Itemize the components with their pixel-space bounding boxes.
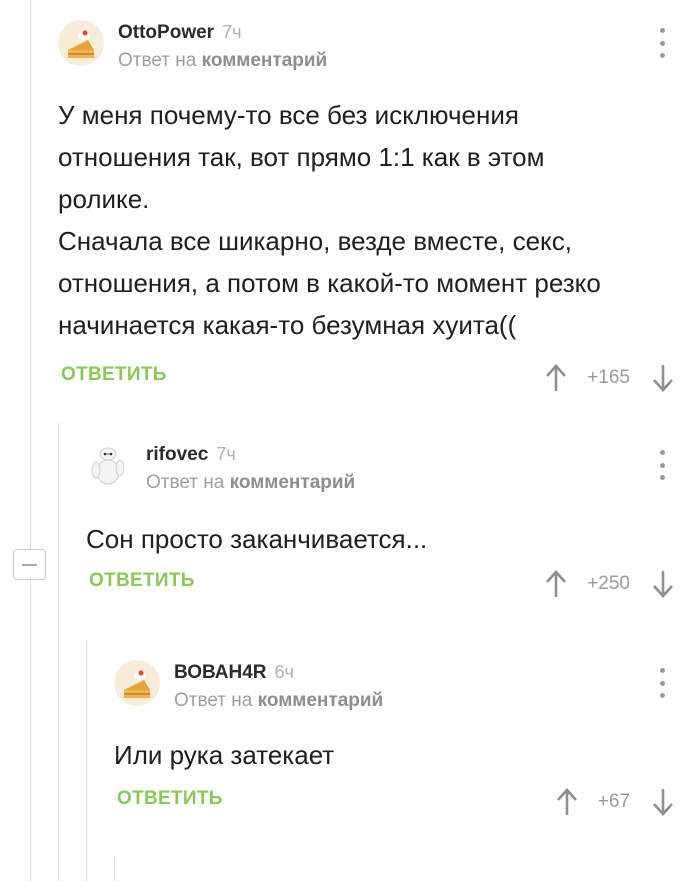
upvote-arrow-icon[interactable] <box>554 787 580 817</box>
comment-text-line: начинается какая-то безумная хуита(( <box>58 310 517 340</box>
reply-button[interactable]: ОТВЕТИТЬ <box>117 788 223 810</box>
comment-time: 6ч <box>274 662 294 682</box>
reply-to-line: Ответ на комментарий <box>174 690 383 712</box>
comment-text-line: отношения, а потом в какой-то момент рез… <box>58 268 601 298</box>
comment-text: Или рука затекает <box>114 734 700 776</box>
comment-time: 7ч <box>216 444 236 464</box>
username[interactable]: OttoPower <box>118 22 214 43</box>
comment-header: OttoPower 7ч Ответ на комментарий <box>58 18 700 80</box>
vote-controls: +67 <box>554 784 676 820</box>
comment-text-line: ролике. <box>58 184 150 214</box>
comment-rating: +250 <box>587 573 630 594</box>
comment-rating: +67 <box>597 791 630 812</box>
more-options-icon[interactable] <box>650 450 674 480</box>
reply-to-prefix: Ответ на <box>118 50 197 71</box>
comment: rifovec 7ч Ответ на комментарий Сон прост… <box>86 440 700 606</box>
reply-to-link[interactable]: комментарий <box>230 472 356 493</box>
comment-text-line: отношения так, вот прямо 1:1 как в этом <box>58 142 545 172</box>
comment-author[interactable]: rifovec 7ч <box>146 444 236 466</box>
reply-button[interactable]: ОТВЕТИТЬ <box>89 570 195 592</box>
reply-to-prefix: Ответ на <box>174 690 253 711</box>
downvote-arrow-icon[interactable] <box>650 569 676 599</box>
comment-actions: ОТВЕТИТЬ +67 <box>114 784 700 824</box>
reply-to-link[interactable]: комментарий <box>258 690 384 711</box>
reply-to-prefix: Ответ на <box>146 472 225 493</box>
comment: ВОВАН4R 6ч Ответ на комментарий Или рука … <box>114 658 700 824</box>
downvote-arrow-icon[interactable] <box>650 787 676 817</box>
username[interactable]: ВОВАН4R <box>174 662 267 683</box>
upvote-arrow-icon[interactable] <box>543 363 569 393</box>
cake-slice-icon[interactable] <box>114 660 160 706</box>
thread-line <box>114 857 115 881</box>
comment-author[interactable]: ВОВАН4R 6ч <box>174 662 294 684</box>
comment-header: rifovec 7ч Ответ на комментарий <box>86 440 700 502</box>
comment-rating: +165 <box>587 367 630 388</box>
more-options-icon[interactable] <box>650 28 674 58</box>
comment-actions: ОТВЕТИТЬ +165 <box>58 360 700 400</box>
baymax-robot-icon[interactable] <box>86 442 132 488</box>
comment-header: ВОВАН4R 6ч Ответ на комментарий <box>114 658 700 720</box>
downvote-arrow-icon[interactable] <box>650 363 676 393</box>
thread-line <box>30 0 31 881</box>
comment-text-line: Или рука затекает <box>114 740 335 770</box>
comment-actions: ОТВЕТИТЬ +250 <box>86 566 700 606</box>
comment-time: 7ч <box>222 22 242 42</box>
cake-slice-icon[interactable] <box>58 20 104 66</box>
comment-text: У меня почему-то все без исключения отно… <box>58 94 700 346</box>
reply-to-line: Ответ на комментарий <box>146 472 355 494</box>
more-options-icon[interactable] <box>650 668 674 698</box>
vote-controls: +250 <box>543 566 676 602</box>
comment-text-line: Сон просто заканчивается... <box>86 524 428 554</box>
reply-to-link[interactable]: комментарий <box>202 50 328 71</box>
vote-controls: +165 <box>543 360 676 396</box>
comment-text-line: У меня почему-то все без исключения <box>58 100 519 130</box>
username[interactable]: rifovec <box>146 444 208 465</box>
reply-to-line: Ответ на комментарий <box>118 50 327 72</box>
comments-thread: OttoPower 7ч Ответ на комментарий У меня … <box>0 0 700 881</box>
comment-author[interactable]: OttoPower 7ч <box>118 22 241 44</box>
collapse-thread-button[interactable] <box>13 549 46 580</box>
comment-text: Сон просто заканчивается... <box>86 518 700 560</box>
comment: OttoPower 7ч Ответ на комментарий У меня … <box>58 18 700 400</box>
comment-text-line: Сначала все шикарно, везде вместе, секс, <box>58 226 572 256</box>
thread-line <box>86 640 87 881</box>
reply-button[interactable]: ОТВЕТИТЬ <box>61 364 167 386</box>
thread-line <box>58 423 59 881</box>
upvote-arrow-icon[interactable] <box>543 569 569 599</box>
